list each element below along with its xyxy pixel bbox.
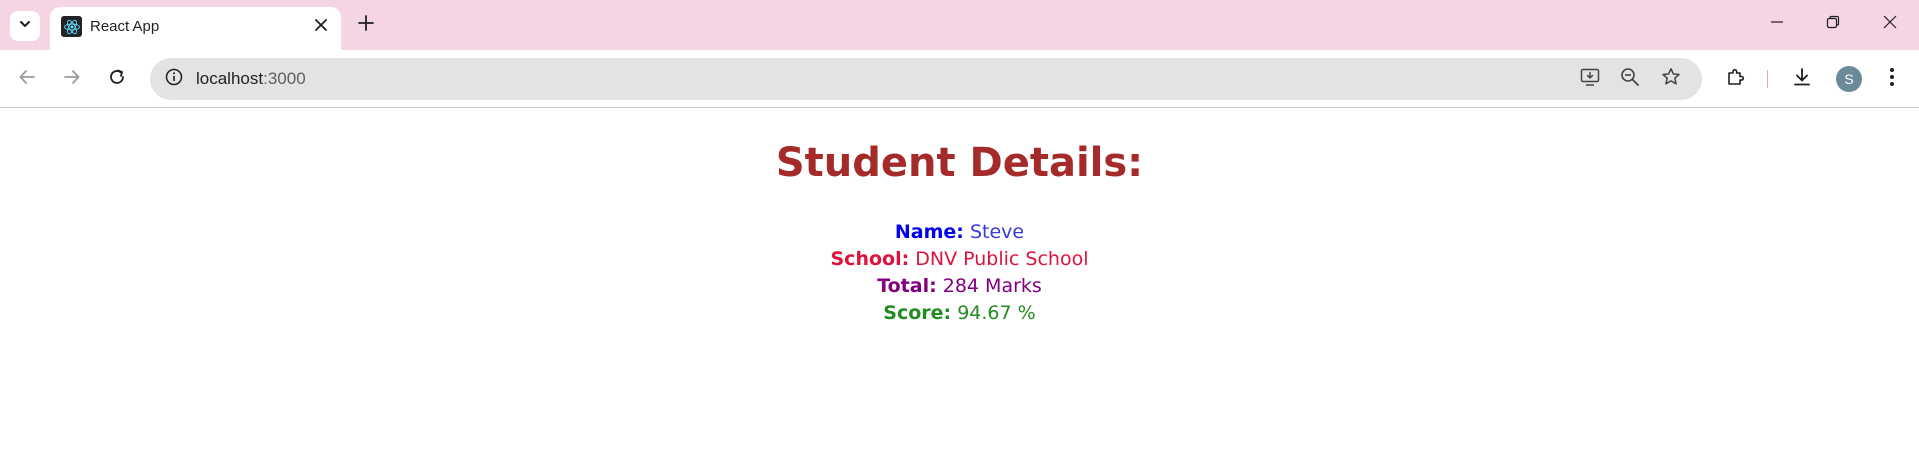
downloads-button[interactable] <box>1786 63 1818 95</box>
url-host: localhost <box>196 69 264 88</box>
tab-search-button[interactable] <box>10 11 40 41</box>
school-label: School: <box>830 248 910 270</box>
reload-icon <box>108 68 126 91</box>
close-window-button[interactable] <box>1875 10 1905 38</box>
react-logo-icon <box>61 16 82 37</box>
name-label: Name: <box>894 221 964 243</box>
toolbar-separator <box>1767 70 1768 88</box>
site-info-icon <box>165 68 183 91</box>
forward-arrow-icon <box>63 68 81 91</box>
profile-avatar[interactable]: S <box>1836 66 1862 92</box>
minimize-button[interactable] <box>1762 10 1792 38</box>
minimize-icon <box>1770 15 1784 34</box>
chevron-down-icon <box>18 17 32 36</box>
total-label: Total: <box>877 275 937 297</box>
school-row: School: DNV Public School <box>0 246 1919 273</box>
kebab-menu-icon <box>1889 67 1895 92</box>
tab-title: React App <box>90 18 160 35</box>
new-tab-button[interactable] <box>352 11 380 39</box>
score-value: 94.67 % <box>957 302 1036 324</box>
browser-tab[interactable]: React App <box>50 7 341 50</box>
install-app-icon <box>1580 67 1600 92</box>
back-button[interactable] <box>11 63 43 95</box>
school-value: DNV Public School <box>915 248 1089 270</box>
student-details: Name: Steve School: DNV Public School To… <box>0 219 1919 327</box>
close-icon <box>315 18 327 36</box>
url-text: localhost:3000 <box>196 69 306 89</box>
zoom-button[interactable] <box>1616 65 1644 93</box>
plus-icon <box>358 14 374 36</box>
url-port: :3000 <box>263 69 306 88</box>
restore-icon <box>1826 15 1840 34</box>
browser-toolbar: localhost:3000 S <box>0 50 1919 108</box>
tab-close-button[interactable] <box>311 17 331 37</box>
total-row: Total: 284 Marks <box>0 273 1919 300</box>
zoom-out-icon <box>1620 67 1640 92</box>
back-arrow-icon <box>18 68 36 91</box>
page-title: Student Details: <box>775 140 1144 186</box>
download-icon <box>1792 67 1812 92</box>
extensions-icon <box>1726 67 1746 92</box>
score-row: Score: 94.67 % <box>0 300 1919 327</box>
total-value: 284 Marks <box>942 275 1042 297</box>
name-row: Name: Steve <box>0 219 1919 246</box>
forward-button[interactable] <box>56 63 88 95</box>
close-window-icon <box>1883 15 1897 34</box>
restore-button[interactable] <box>1818 10 1848 38</box>
site-info-button[interactable] <box>160 65 188 93</box>
browser-menu-button[interactable] <box>1876 63 1908 95</box>
score-label: Score: <box>883 302 952 324</box>
bookmark-button[interactable] <box>1657 65 1685 93</box>
name-value: Steve <box>969 221 1025 243</box>
reload-button[interactable] <box>101 63 133 95</box>
browser-titlebar: React App <box>0 0 1919 50</box>
star-icon <box>1661 67 1681 92</box>
address-bar[interactable]: localhost:3000 <box>150 58 1702 100</box>
extensions-button[interactable] <box>1720 63 1752 95</box>
page-content: Student Details: Name: Steve School: DNV… <box>0 109 1919 474</box>
install-app-button[interactable] <box>1576 65 1604 93</box>
